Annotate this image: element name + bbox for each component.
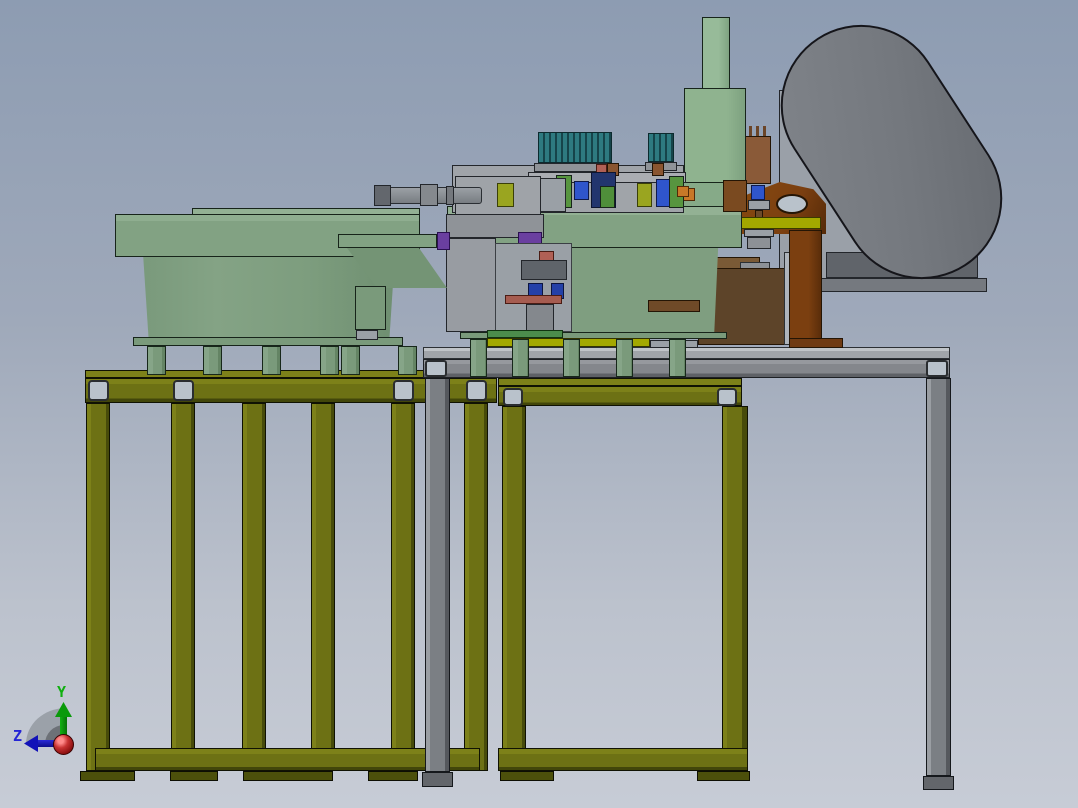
pin — [763, 126, 766, 136]
table-leg-left[interactable] — [425, 378, 450, 772]
rod-end-cap — [374, 185, 391, 206]
pin — [749, 126, 752, 136]
slide-plate — [540, 178, 566, 212]
bracket-shim — [748, 200, 770, 210]
bowl-leg — [203, 346, 222, 375]
frame-corner-cap — [503, 388, 523, 406]
frame-left-post[interactable] — [171, 403, 195, 771]
bowl-leg — [320, 346, 339, 375]
frame-left-post[interactable] — [311, 403, 335, 771]
bowl-leg — [470, 339, 487, 377]
pin — [756, 126, 759, 136]
brown-fitting — [652, 163, 664, 176]
frame-left-post[interactable] — [86, 403, 110, 771]
cylinder-blue[interactable] — [574, 181, 589, 200]
table-top-rail[interactable] — [423, 359, 950, 378]
bracket-foot — [789, 338, 843, 348]
valve-bank-large[interactable] — [538, 132, 612, 163]
cad-viewport[interactable]: Y Z — [0, 0, 1078, 808]
valve-bank-small[interactable] — [648, 133, 674, 162]
frame-right-top-rail[interactable] — [498, 386, 742, 406]
frame-foot — [697, 771, 750, 781]
frame-left-bottom-rail[interactable] — [95, 748, 480, 771]
mech-dark-block — [521, 260, 567, 280]
bracket-stack — [747, 237, 771, 249]
chute-foot — [356, 330, 378, 340]
green-chimney[interactable] — [702, 17, 730, 89]
block-yellow-green[interactable] — [497, 183, 514, 207]
bracket-stack — [744, 229, 774, 237]
frame-corner-cap — [88, 380, 109, 401]
brown-ledge — [648, 300, 700, 312]
rod-fitting — [420, 184, 438, 206]
frame-corner-cap — [393, 380, 414, 401]
frame-right-top-strip[interactable] — [498, 378, 742, 386]
yellow-strip-bracket — [741, 217, 821, 229]
bracket-hole — [776, 194, 808, 214]
machine-base-plate[interactable] — [423, 347, 950, 359]
bowl-leg — [398, 346, 417, 375]
capsule-stand-base[interactable] — [818, 278, 987, 292]
z-axis-label: Z — [13, 727, 23, 745]
salmon-bar — [505, 295, 562, 304]
bowl-leg — [669, 339, 686, 377]
green-column[interactable] — [684, 88, 746, 184]
frame-foot — [170, 771, 218, 781]
table-leg-right[interactable] — [926, 378, 951, 776]
frame-foot — [500, 771, 554, 781]
frame-right-bottom-rail[interactable] — [498, 748, 748, 771]
frame-foot — [80, 771, 135, 781]
y-axis-label: Y — [57, 683, 67, 701]
table-corner-cap — [425, 360, 447, 377]
bowl-leg — [563, 339, 580, 377]
frame-corner-cap — [466, 380, 487, 401]
x-axis-ball[interactable] — [53, 734, 74, 755]
rod-ring — [446, 186, 454, 205]
frame-corner-cap — [173, 380, 194, 401]
bowl-leg — [341, 346, 360, 375]
green-plate — [487, 330, 563, 338]
gripper-green[interactable] — [600, 186, 615, 208]
frame-left-post[interactable] — [391, 403, 415, 771]
bowl-leg — [512, 339, 529, 377]
table-foot-left — [422, 772, 453, 787]
bowl-leg — [147, 346, 166, 375]
chute-end-purple — [437, 232, 450, 250]
orange-bit — [677, 186, 689, 197]
frame-right-post[interactable] — [722, 406, 748, 771]
solenoid-blue[interactable] — [751, 185, 765, 200]
bowl-leg — [262, 346, 281, 375]
mech-slide[interactable] — [526, 304, 554, 331]
bowl-leg — [616, 339, 633, 377]
bracket-column[interactable] — [789, 230, 822, 348]
frame-left-post[interactable] — [242, 403, 266, 771]
clamp-block-brown[interactable] — [723, 180, 747, 212]
table-corner-cap — [926, 360, 948, 377]
chute-box[interactable] — [355, 286, 386, 330]
block-olive[interactable] — [637, 183, 652, 207]
mech-base-column — [446, 238, 496, 332]
frame-right-post[interactable] — [502, 406, 526, 771]
table-foot-right — [923, 776, 954, 790]
frame-foot — [368, 771, 418, 781]
pin-block[interactable] — [745, 136, 771, 184]
frame-left-post[interactable] — [464, 403, 488, 771]
frame-corner-cap — [717, 388, 737, 406]
frame-foot — [243, 771, 333, 781]
chute-bar[interactable] — [338, 234, 437, 248]
